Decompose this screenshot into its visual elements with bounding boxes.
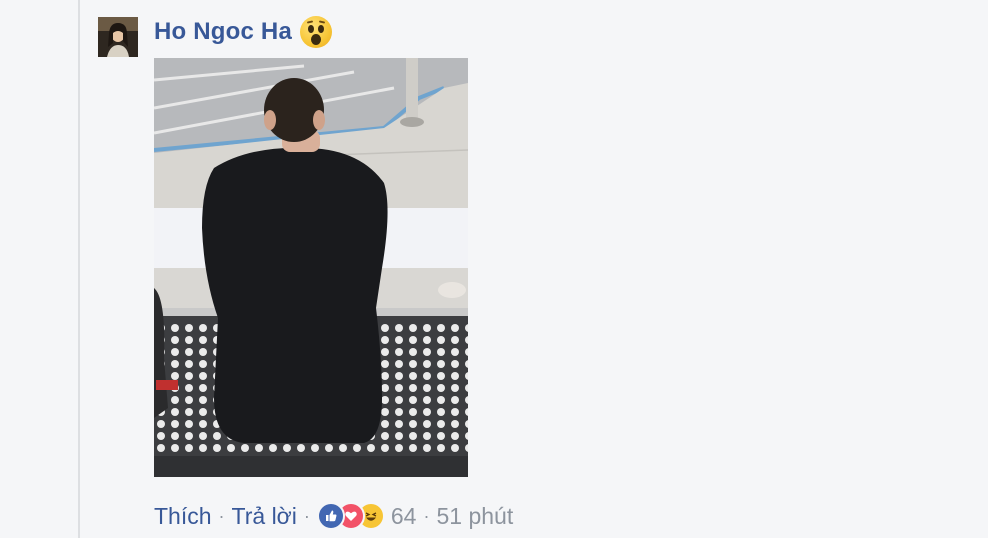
comment-author: Ho Ngoc Ha	[154, 15, 333, 49]
thread-line	[78, 0, 80, 538]
timestamp[interactable]: 51 phút	[436, 503, 513, 530]
separator: ·	[303, 505, 310, 526]
author-name-link[interactable]: Ho Ngoc Ha	[154, 18, 292, 46]
like-icon	[316, 502, 345, 530]
reaction-count[interactable]: 64	[391, 503, 417, 530]
comment-photo[interactable]	[154, 58, 468, 477]
wow-face-icon	[300, 16, 333, 48]
photo-image	[154, 58, 468, 477]
reactions-summary[interactable]	[316, 502, 385, 530]
reply-link[interactable]: Trả lời	[232, 503, 297, 530]
like-link[interactable]: Thích	[154, 503, 212, 530]
separator: ·	[423, 505, 430, 526]
avatar[interactable]	[98, 17, 138, 57]
separator: ·	[218, 505, 225, 526]
comment-actions: Thích · Trả lời · 64 · 51 phút	[154, 500, 513, 532]
avatar-image	[98, 17, 138, 57]
